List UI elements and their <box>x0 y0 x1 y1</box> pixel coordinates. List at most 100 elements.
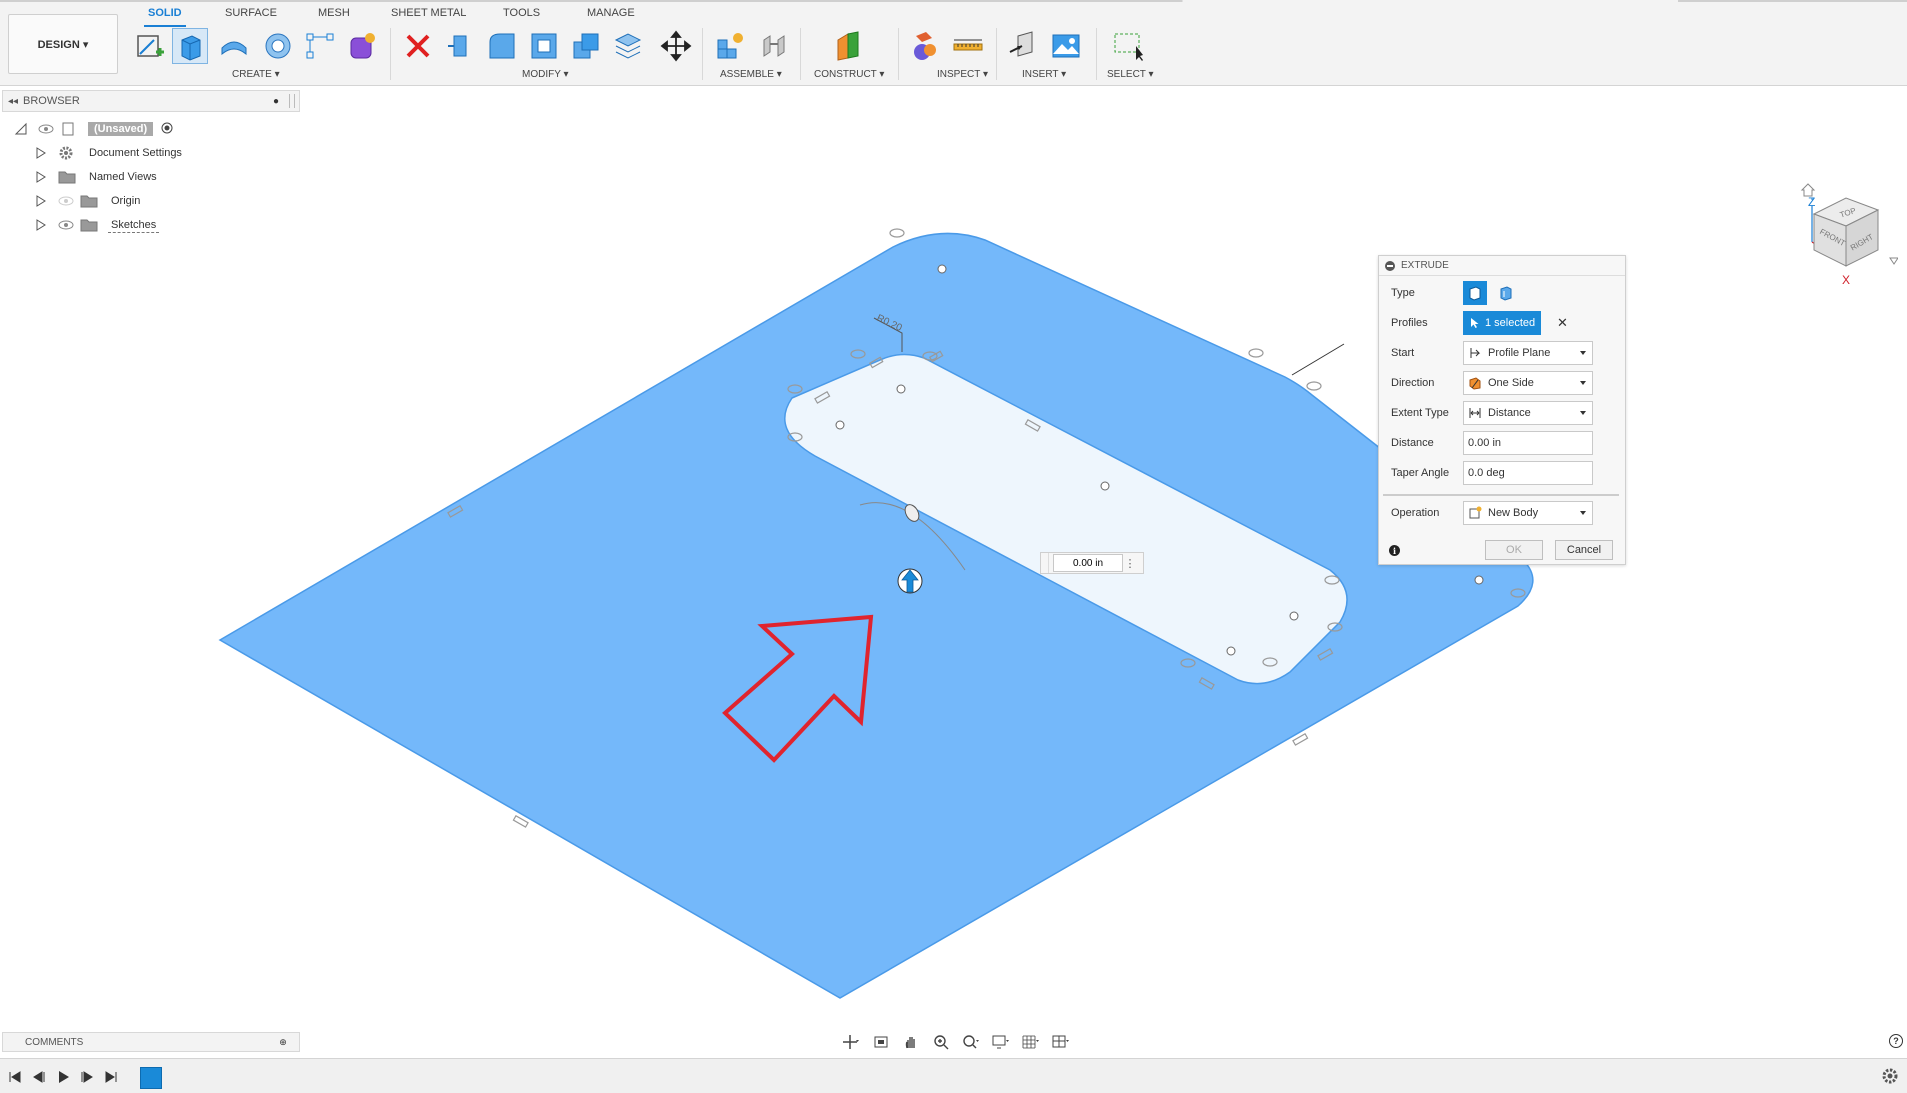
extent-type-row: Extent Type Distance <box>1379 400 1625 426</box>
tab-tools[interactable]: TOOLS <box>503 7 540 19</box>
orbit-icon[interactable] <box>839 1032 863 1052</box>
insert-canvas-icon[interactable] <box>1048 28 1084 64</box>
offset-plane-icon[interactable] <box>830 28 866 64</box>
minimize-icon[interactable] <box>1385 260 1395 271</box>
display-settings-icon[interactable] <box>989 1032 1013 1052</box>
loft-icon[interactable] <box>302 28 338 64</box>
insert-group-label[interactable]: INSERT ▾ <box>1022 69 1066 80</box>
insert-derive-icon[interactable] <box>1006 28 1042 64</box>
ok-button[interactable]: OK <box>1485 540 1543 560</box>
previous-step-icon[interactable] <box>30 1069 48 1085</box>
viewcube[interactable]: Z X TOP FRONT RIGHT <box>1798 178 1898 288</box>
inspect-group-label[interactable]: INSPECT ▾ <box>937 69 988 80</box>
operation-dropdown[interactable]: New Body <box>1463 501 1593 525</box>
taper-angle-input[interactable] <box>1463 461 1593 485</box>
extent-type-value: Distance <box>1488 407 1531 419</box>
press-pull-icon[interactable] <box>442 28 478 64</box>
separator <box>1096 28 1097 80</box>
tab-sheet-metal[interactable]: SHEET METAL <box>391 7 466 19</box>
modify-group-label[interactable]: MODIFY ▾ <box>522 69 569 80</box>
separator <box>898 28 899 80</box>
tab-mesh[interactable]: MESH <box>318 7 350 19</box>
first-step-icon[interactable] <box>6 1069 24 1085</box>
measure-icon[interactable] <box>950 28 986 64</box>
viewcube-menu-icon[interactable] <box>1889 257 1898 265</box>
interference-icon[interactable] <box>908 28 944 64</box>
create-group-label[interactable]: CREATE ▾ <box>232 69 280 80</box>
revolve-icon[interactable] <box>216 28 252 64</box>
play-icon[interactable] <box>54 1069 72 1085</box>
divider <box>1383 494 1619 496</box>
type-label: Type <box>1391 287 1415 299</box>
next-step-icon[interactable] <box>78 1069 96 1085</box>
new-body-icon <box>1468 506 1484 520</box>
distance-input[interactable] <box>1463 431 1593 455</box>
comments-title: COMMENTS <box>25 1036 84 1048</box>
help-icon[interactable]: ? <box>1889 1034 1903 1048</box>
assemble-group-label[interactable]: ASSEMBLE ▾ <box>720 69 782 80</box>
create-sketch-icon[interactable] <box>132 28 168 64</box>
type-row: Type <box>1379 280 1625 306</box>
move-copy-icon[interactable] <box>658 28 694 64</box>
separator <box>702 28 703 80</box>
timeline <box>0 1058 1907 1093</box>
distance-canvas-input[interactable] <box>1053 554 1123 572</box>
grid-icon[interactable] <box>1019 1032 1043 1052</box>
profile-plane-icon <box>1468 346 1484 360</box>
create-form-icon[interactable] <box>344 28 380 64</box>
comments-panel[interactable]: COMMENTS ⊕ <box>2 1032 300 1052</box>
sweep-icon[interactable] <box>260 28 296 64</box>
shell-icon[interactable] <box>568 28 604 64</box>
pan-icon[interactable] <box>899 1032 923 1052</box>
direction-label: Direction <box>1391 377 1435 389</box>
distance-arrow-icon[interactable] <box>897 568 923 594</box>
type-solid-button[interactable] <box>1463 281 1487 305</box>
extrude-dialog: EXTRUDE Type Profiles 1 selected ✕ Start <box>1378 255 1626 565</box>
construct-group-label[interactable]: CONSTRUCT ▾ <box>814 69 884 80</box>
toolbar: DESIGN ▾ SOLID SURFACE MESH SHEET METAL … <box>0 0 1907 86</box>
timeline-sketch-feature[interactable] <box>140 1067 162 1089</box>
grip-icon[interactable] <box>1041 553 1049 573</box>
cancel-button[interactable]: Cancel <box>1555 540 1613 560</box>
cursor-icon <box>1471 318 1479 328</box>
direction-dropdown[interactable]: One Side <box>1463 371 1593 395</box>
new-component-icon[interactable] <box>712 28 748 64</box>
extrude-header[interactable]: EXTRUDE <box>1379 256 1625 276</box>
direction-value: One Side <box>1488 377 1534 389</box>
clear-selection-icon[interactable]: ✕ <box>1557 315 1568 331</box>
info-icon[interactable]: i <box>1389 545 1400 556</box>
fit-zoom-icon[interactable] <box>959 1032 983 1052</box>
look-at-icon[interactable] <box>869 1032 893 1052</box>
navigation-bar <box>836 1030 1076 1054</box>
separator <box>996 28 997 80</box>
select-group-label[interactable]: SELECT ▾ <box>1107 69 1154 80</box>
add-comment-icon[interactable]: ⊕ <box>277 1036 289 1048</box>
start-dropdown[interactable]: Profile Plane <box>1463 341 1593 365</box>
select-window-icon[interactable] <box>1110 28 1146 64</box>
chamfer-icon[interactable] <box>526 28 562 64</box>
last-step-icon[interactable] <box>102 1069 120 1085</box>
chevron-down-icon <box>1580 411 1586 415</box>
delete-icon[interactable] <box>400 28 436 64</box>
viewports-icon[interactable] <box>1049 1032 1073 1052</box>
tab-solid[interactable]: SOLID <box>144 7 186 27</box>
profiles-selection-button[interactable]: 1 selected <box>1463 311 1541 335</box>
extrude-icon[interactable] <box>172 28 208 64</box>
joint-icon[interactable] <box>756 28 792 64</box>
timeline-settings-gear-icon[interactable] <box>1881 1067 1899 1085</box>
design-workspace-button[interactable]: DESIGN ▾ <box>8 14 118 74</box>
direction-row: Direction One Side <box>1379 370 1625 396</box>
more-options-icon[interactable]: ⋮ <box>1123 557 1137 570</box>
extent-type-label: Extent Type <box>1391 407 1449 419</box>
combine-icon[interactable] <box>610 28 646 64</box>
chevron-down-icon <box>1580 511 1586 515</box>
fillet-icon[interactable] <box>484 28 520 64</box>
tab-surface[interactable]: SURFACE <box>225 7 277 19</box>
one-side-icon <box>1468 376 1484 390</box>
zoom-icon[interactable] <box>929 1032 953 1052</box>
chevron-down-icon <box>1580 381 1586 385</box>
extent-type-dropdown[interactable]: Distance <box>1463 401 1593 425</box>
tab-manage[interactable]: MANAGE <box>587 7 635 19</box>
type-thin-button[interactable] <box>1494 281 1518 305</box>
axis-x-label: X <box>1842 273 1850 287</box>
